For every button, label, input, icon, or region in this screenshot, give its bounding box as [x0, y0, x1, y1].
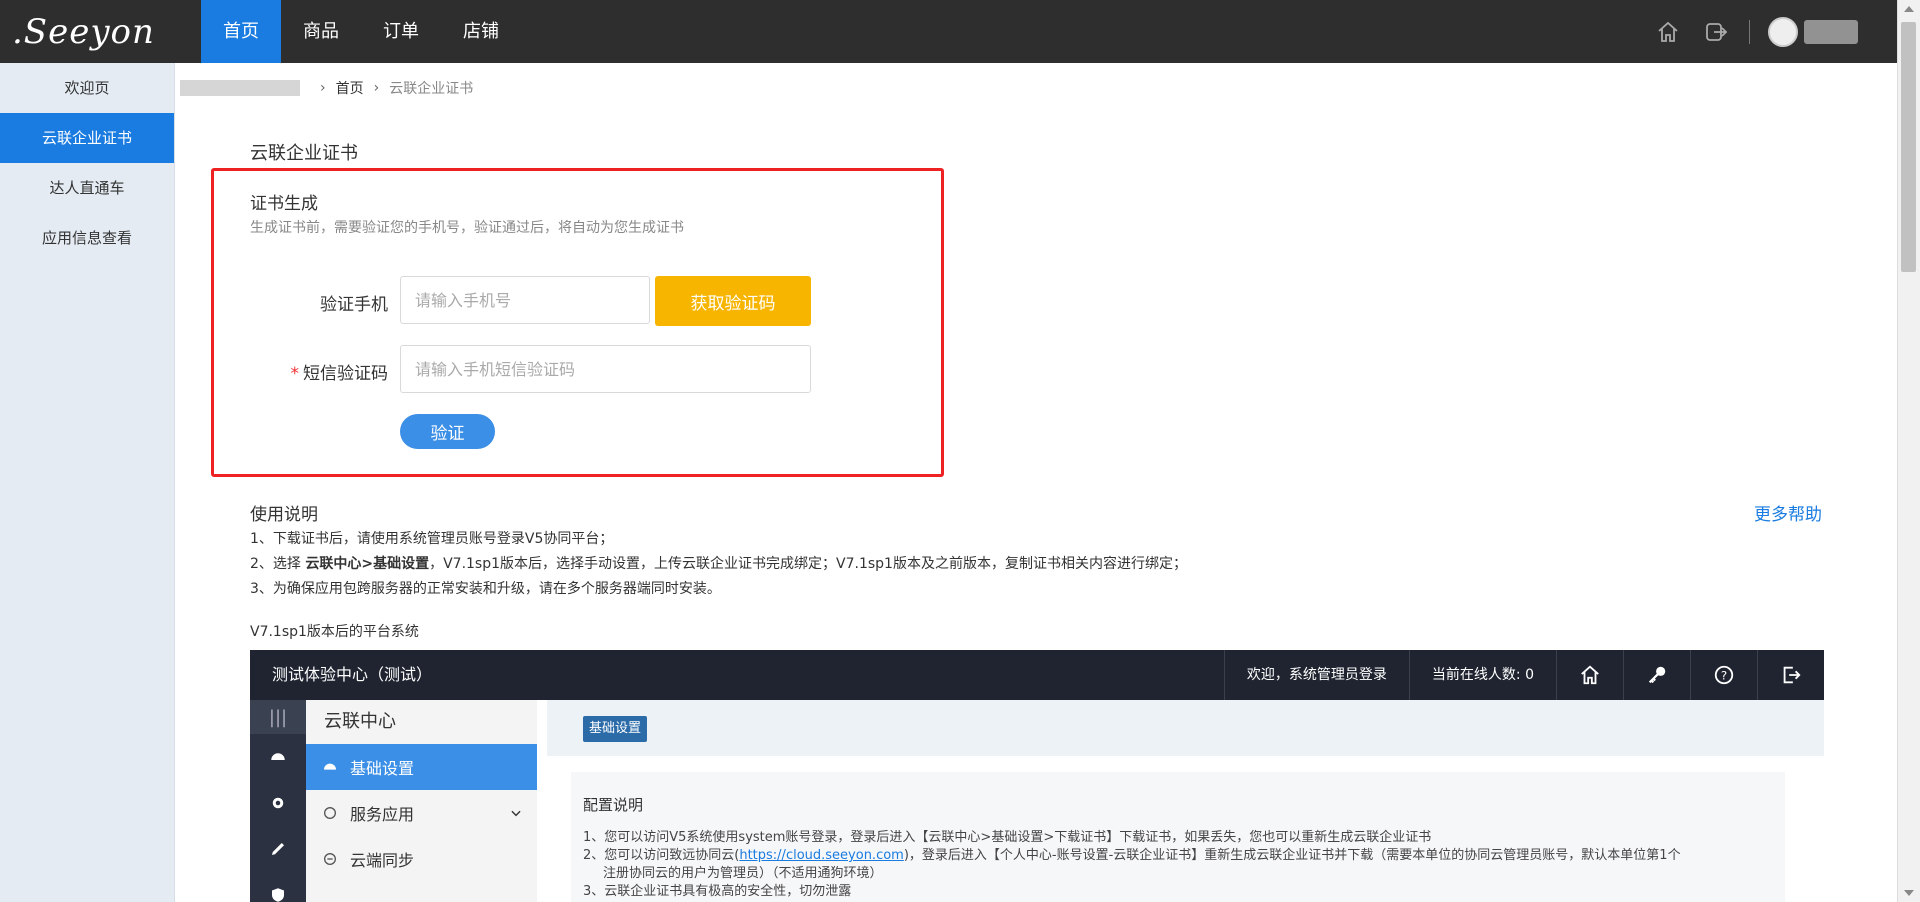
menu-toggle-icon: |||	[250, 700, 306, 734]
breadcrumb-blurred-root	[180, 80, 300, 96]
dashboard-icon	[250, 734, 306, 780]
username-blurred	[1804, 19, 1858, 44]
chevron-down-icon	[511, 810, 521, 817]
embedded-card-line-2-prefix: 2、您可以访问致远协同云(	[583, 848, 740, 863]
seeyon-cloud-link: https://cloud.seeyon.com	[739, 848, 904, 863]
embedded-menu-head: 云联中心	[324, 711, 396, 732]
key-icon	[1623, 650, 1690, 700]
svg-text:?: ?	[1721, 669, 1727, 683]
sidebar-item-welcome[interactable]: 欢迎页	[0, 63, 174, 113]
page-scrollbar[interactable]	[1897, 0, 1920, 902]
dashboard-icon	[324, 763, 336, 770]
embedded-menu-label: 服务应用	[350, 805, 415, 824]
embedded-tab-basic-settings: 基础设置	[583, 716, 648, 742]
chevron-right-icon: ›	[320, 80, 326, 96]
usage-line-2: 2、选择 云联中心>基础设置，V7.1sp1版本后，选择手动设置，上传云联企业证…	[250, 553, 1187, 573]
top-right-actions	[1653, 0, 1858, 63]
v7-label: V7.1sp1版本后的平台系统	[250, 624, 419, 640]
chevron-right-icon: ›	[373, 80, 380, 96]
embedded-menu-label: 云端同步	[350, 851, 415, 870]
sms-label-wrap: * 短信验证码	[248, 359, 389, 384]
sidebar-item-expert-express[interactable]: 达人直通车	[0, 163, 174, 213]
embedded-tab-bar: 基础设置	[547, 700, 1824, 756]
gear-icon	[250, 780, 306, 826]
sidebar: 欢迎页 云联企业证书 达人直通车 应用信息查看	[0, 63, 175, 902]
embedded-top-bar: 测试体验中心（测试） 欢迎，系统管理员登录 当前在线人数: 0 ?	[250, 650, 1824, 700]
embedded-title: 测试体验中心（测试）	[272, 665, 433, 684]
phone-input[interactable]	[400, 276, 650, 324]
usage-line-2-bold: 云联中心>基础设置	[305, 556, 430, 572]
seeyon-logo[interactable]: .Seeyon	[12, 10, 182, 54]
logout-icon[interactable]	[1701, 17, 1731, 47]
breadcrumb: › 首页 › 云联企业证书	[180, 78, 473, 98]
pen-icon	[250, 826, 306, 872]
embedded-menu-cloud-sync: 云端同步	[306, 836, 537, 882]
embedded-menu-basic-settings: 基础设置	[306, 744, 537, 790]
cert-section-desc: 生成证书前，需要验证您的手机号，验证通过后，将自动为您生成证书	[250, 220, 684, 236]
nav-orders[interactable]: 订单	[361, 0, 441, 63]
embedded-icon-rail: |||	[250, 700, 306, 902]
embedded-config-card: 配置说明 1、您可以访问V5系统使用system账号登录，登录后进入【云联中心>…	[571, 772, 1785, 902]
usage-line-2-suffix: ，V7.1sp1版本后，选择手动设置，上传云联企业证书完成绑定；V7.1sp1版…	[429, 556, 1187, 572]
scroll-up-arrow[interactable]	[1904, 6, 1914, 12]
sms-code-input[interactable]	[400, 345, 811, 393]
sms-label: 短信验证码	[303, 364, 388, 384]
apps-icon	[324, 807, 336, 819]
verify-button[interactable]: 验证	[400, 414, 495, 449]
shield-icon	[250, 872, 306, 902]
embedded-card-line-3: 3、云联企业证书具有极高的安全性，切勿泄露	[583, 884, 852, 899]
embedded-menu: 云联中心 基础设置 服务应用 云端同步	[306, 700, 537, 902]
top-bar: .Seeyon 首页 商品 订单 店铺	[0, 0, 1898, 63]
sidebar-item-cloud-certificate[interactable]: 云联企业证书	[0, 113, 174, 163]
logout-icon	[1757, 650, 1824, 700]
help-icon: ?	[1690, 650, 1757, 700]
embedded-card-title: 配置说明	[583, 796, 644, 814]
breadcrumb-current: 云联企业证书	[389, 81, 474, 97]
embedded-card-line-2-cont: 注册协同云的用户为管理员）（不适用通狗环境）	[603, 866, 883, 881]
home-icon	[1556, 650, 1623, 700]
avatar[interactable]	[1768, 16, 1798, 47]
embedded-menu-label: 基础设置	[350, 759, 415, 778]
get-code-button[interactable]: 获取验证码	[655, 276, 811, 326]
required-mark: *	[290, 364, 300, 384]
home-icon[interactable]	[1653, 17, 1683, 47]
nav-home[interactable]: 首页	[201, 0, 281, 63]
embedded-welcome: 欢迎，系统管理员登录	[1223, 650, 1409, 700]
usage-title: 使用说明	[250, 505, 318, 525]
cert-section-title: 证书生成	[250, 194, 318, 214]
embedded-card-line-1: 1、您可以访问V5系统使用system账号登录，登录后进入【云联中心>基础设置>…	[583, 830, 1432, 845]
more-help-link[interactable]: 更多帮助	[1754, 500, 1822, 525]
embedded-screenshot: 测试体验中心（测试） 欢迎，系统管理员登录 当前在线人数: 0 ? ||| 云联…	[250, 650, 1824, 902]
divider	[1749, 19, 1750, 44]
user-menu[interactable]	[1768, 16, 1858, 47]
embedded-top-right: 欢迎，系统管理员登录 当前在线人数: 0 ?	[1223, 650, 1824, 700]
usage-line-3: 3、为确保应用包跨服务器的正常安装和升级，请在多个服务器端同时安装。	[250, 581, 721, 597]
embedded-card-line-2-suffix: )，登录后进入【个人中心-账号设置-云联企业证书】重新生成云联企业证书并下载（需…	[903, 848, 1681, 863]
scroll-thumb[interactable]	[1901, 22, 1916, 272]
embedded-online-count: 当前在线人数: 0	[1408, 650, 1556, 700]
embedded-card-line-2: 2、您可以访问致远协同云(https://cloud.seeyon.com)，登…	[583, 844, 1681, 863]
phone-label: 验证手机	[320, 295, 388, 315]
page-title: 云联企业证书	[250, 143, 358, 164]
embedded-menu-services: 服务应用	[306, 790, 537, 836]
sidebar-item-app-info[interactable]: 应用信息查看	[0, 213, 174, 263]
sync-icon	[324, 853, 336, 865]
nav-store[interactable]: 店铺	[441, 0, 521, 63]
top-nav: 首页 商品 订单 店铺	[201, 0, 521, 63]
scroll-down-arrow[interactable]	[1904, 890, 1914, 896]
breadcrumb-home[interactable]: 首页	[336, 78, 364, 98]
usage-line-1: 1、下载证书后，请使用系统管理员账号登录V5协同平台；	[250, 531, 614, 547]
nav-products[interactable]: 商品	[281, 0, 361, 63]
usage-line-2-prefix: 2、选择	[250, 556, 306, 572]
embedded-main: 基础设置 配置说明 1、您可以访问V5系统使用system账号登录，登录后进入【…	[547, 700, 1824, 902]
